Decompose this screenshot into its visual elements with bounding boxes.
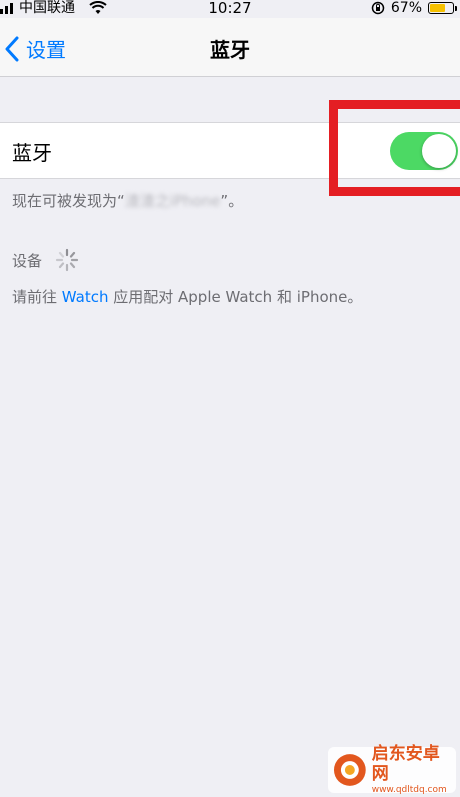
watermark-name: 启东安卓网 (371, 744, 440, 784)
devices-header-label: 设备 (12, 251, 43, 270)
watch-note-prefix: 请前往 (12, 288, 62, 306)
orientation-lock-icon (371, 1, 385, 15)
watermark-url: www.qdltdq.com (371, 785, 447, 795)
discoverable-text: 现在可被发现为“渣渣之iPhone”。 (12, 190, 243, 211)
watermark-text: 启东安卓网 www.qdltdq.com (372, 744, 456, 796)
highlight-annotation-box (329, 100, 460, 196)
battery-percent: 67% (390, 0, 422, 16)
status-bar: 中国联通 10:27 67% (0, 0, 460, 18)
spinner-icon (55, 248, 79, 272)
watch-pairing-note: 请前往 Watch 应用配对 Apple Watch 和 iPhone。 (12, 286, 362, 307)
discoverable-prefix: 现在可被发现为“ (12, 192, 125, 210)
bluetooth-label: 蓝牙 (12, 141, 52, 165)
discoverable-suffix: ”。 (220, 192, 244, 210)
battery-level (430, 4, 445, 12)
watermark-logo-icon (333, 754, 366, 786)
status-right: 67% (371, 0, 457, 16)
watch-app-link[interactable]: Watch (62, 288, 109, 306)
watermark: 启东安卓网 www.qdltdq.com (328, 744, 456, 796)
device-name: 渣渣之iPhone (124, 192, 221, 210)
watch-note-suffix: 应用配对 Apple Watch 和 iPhone。 (108, 288, 363, 306)
devices-section-header: 设备 (12, 247, 80, 273)
battery-icon (428, 2, 457, 14)
navigation-bar: 设置 蓝牙 (0, 18, 460, 77)
page-title: 蓝牙 (210, 38, 250, 62)
